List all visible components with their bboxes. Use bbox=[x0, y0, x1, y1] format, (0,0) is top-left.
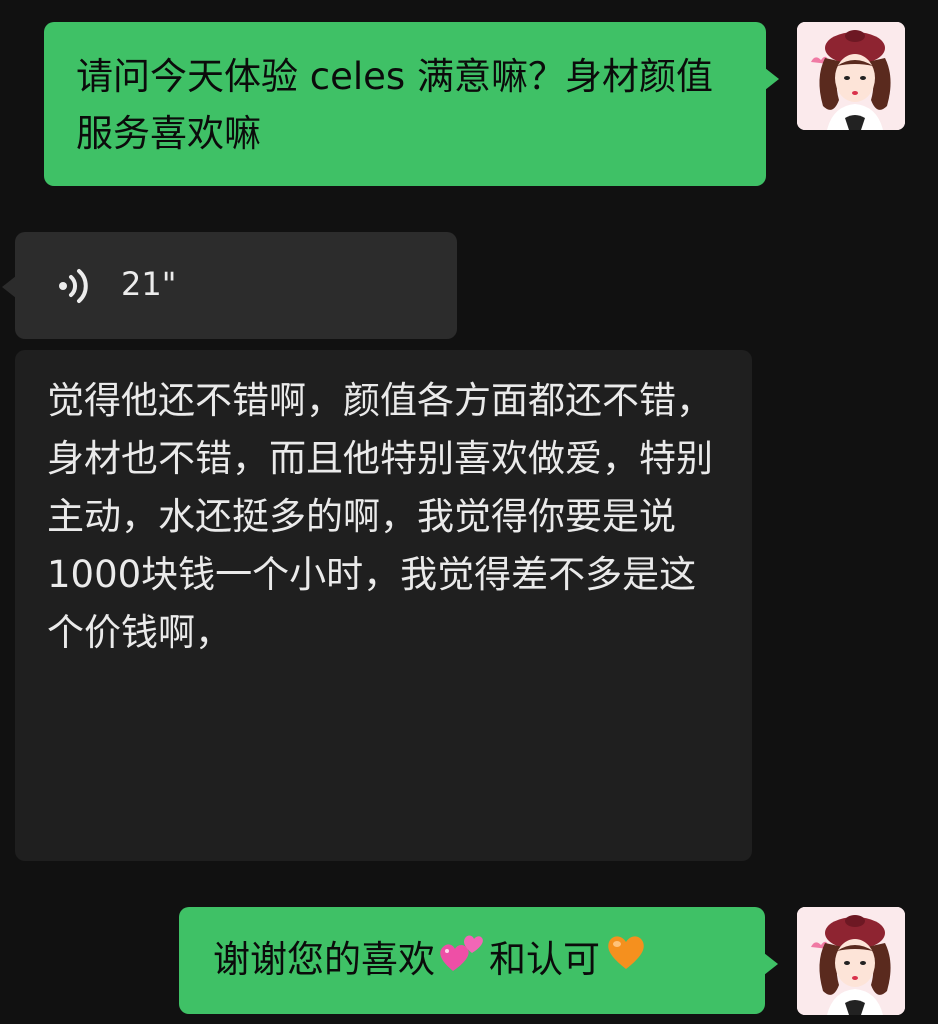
outgoing-message-bubble[interactable]: 谢谢您的喜欢 和认可 bbox=[179, 907, 778, 1014]
orange-heart-icon bbox=[606, 931, 646, 971]
voice-duration: 21" bbox=[121, 265, 177, 303]
voice-message-bubble[interactable]: 21" bbox=[2, 232, 457, 339]
voice-wave-icon bbox=[55, 268, 97, 304]
voice-transcript-panel: 觉得他还不错啊，颜值各方面都还不错，身材也不错，而且他特别喜欢做爱，特别主动，水… bbox=[15, 350, 752, 861]
avatar[interactable] bbox=[797, 907, 905, 1015]
chat-window: 请问今天体验 celes 满意嘛？身材颜值服务喜欢嘛 21" 觉得他还不错啊，颜… bbox=[0, 0, 938, 1024]
transcript-text: 觉得他还不错啊，颜值各方面都还不错，身材也不错，而且他特别喜欢做爱，特别主动，水… bbox=[47, 379, 713, 654]
message-text: 请问今天体验 celes 满意嘛？身材颜值服务喜欢嘛 bbox=[76, 55, 713, 155]
message-text-part2: 和认可 bbox=[489, 938, 600, 981]
avatar-image bbox=[797, 22, 905, 130]
avatar[interactable] bbox=[797, 22, 905, 130]
two-hearts-icon bbox=[439, 931, 485, 975]
avatar-image bbox=[797, 907, 905, 1015]
outgoing-message-bubble[interactable]: 请问今天体验 celes 满意嘛？身材颜值服务喜欢嘛 bbox=[44, 22, 779, 186]
message-text-part1: 谢谢您的喜欢 bbox=[213, 938, 435, 981]
